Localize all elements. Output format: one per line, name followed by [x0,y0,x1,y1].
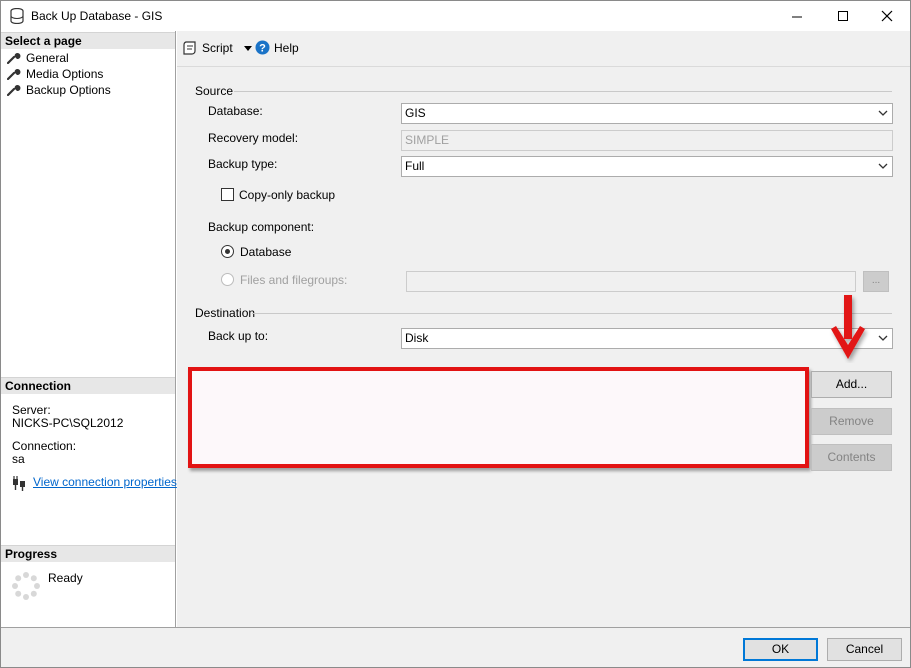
help-button[interactable]: ? Help [255,40,305,58]
source-separator [234,91,892,92]
maximize-button[interactable] [820,2,866,30]
window-title: Back Up Database - GIS [31,9,163,23]
page-item-label: Media Options [26,67,104,81]
component-database-label[interactable]: Database [240,245,291,259]
server-label: Server: [12,403,51,417]
toolbar: Script ? Help [177,31,910,67]
minimize-icon [792,16,802,18]
dialog-footer: OK Cancel [1,627,910,667]
backup-type-combo[interactable]: Full [401,156,893,177]
help-icon: ? [255,40,270,55]
destination-list[interactable] [188,367,809,468]
files-filegroups-field [406,271,856,292]
back-up-to-combo[interactable]: Disk [401,328,893,349]
connection-heading: Connection [1,377,175,394]
wrench-icon [7,53,21,64]
page-item-label: General [26,51,69,65]
destination-separator [252,313,892,314]
database-icon [10,7,24,25]
chevron-down-icon[interactable] [244,46,252,51]
add-button[interactable]: Add... [811,371,892,398]
svg-text:?: ? [259,42,266,54]
cancel-button[interactable]: Cancel [827,638,902,661]
minimize-button[interactable] [774,2,820,30]
remove-button: Remove [811,408,892,435]
files-browse-button: ... [863,271,889,292]
progress-status: Ready [48,571,83,585]
maximize-icon [838,11,848,21]
database-label: Database: [208,104,263,118]
contents-button: Contents [811,444,892,471]
close-button[interactable] [864,2,910,30]
progress-heading: Progress [1,545,175,562]
backup-component-label: Backup component: [208,220,315,234]
recovery-model-value: SIMPLE [405,133,450,147]
page-item-backup-options[interactable]: Backup Options [7,82,167,98]
chevron-down-icon [878,110,888,116]
progress-spinner-icon [11,571,41,601]
component-files-radio [221,273,234,286]
source-heading: Source [195,84,234,98]
database-combo-value: GIS [405,106,426,120]
server-value: NICKS-PC\SQL2012 [12,416,124,430]
script-label: Script [202,41,233,55]
script-icon [183,41,196,55]
left-pane: Select a page General Media Options Back… [1,31,177,627]
recovery-model-label: Recovery model: [208,131,299,145]
chevron-down-icon [878,163,888,169]
view-connection-properties-link-text[interactable]: View connection properties [33,475,177,489]
page-item-general[interactable]: General [7,50,167,66]
close-icon [881,10,893,22]
connection-value: sa [12,452,25,466]
view-connection-properties-link[interactable]: View connection properties [33,475,177,489]
wrench-icon [7,69,21,80]
script-button[interactable]: Script [183,40,255,58]
select-page-heading: Select a page [1,32,175,49]
back-up-to-label: Back up to: [208,329,269,343]
copy-only-checkbox[interactable] [221,188,234,201]
wrench-icon [7,85,21,96]
back-up-to-combo-value: Disk [405,331,429,345]
backup-type-combo-value: Full [405,159,425,173]
component-files-label: Files and filegroups: [240,273,348,287]
destination-heading: Destination [195,306,256,320]
chevron-down-icon [878,335,888,341]
title-bar: Back Up Database - GIS [1,1,910,30]
component-database-radio[interactable] [221,245,234,258]
recovery-model-field: SIMPLE [401,130,893,151]
red-arrow-icon [827,293,871,363]
page-item-media-options[interactable]: Media Options [7,66,167,82]
ok-button[interactable]: OK [743,638,818,661]
help-label: Help [274,41,299,55]
page-item-label: Backup Options [26,83,111,97]
connection-label: Connection: [12,439,77,453]
database-combo[interactable]: GIS [401,103,893,124]
copy-only-label[interactable]: Copy-only backup [239,188,335,202]
backup-type-label: Backup type: [208,157,278,171]
connection-properties-icon [11,476,27,492]
